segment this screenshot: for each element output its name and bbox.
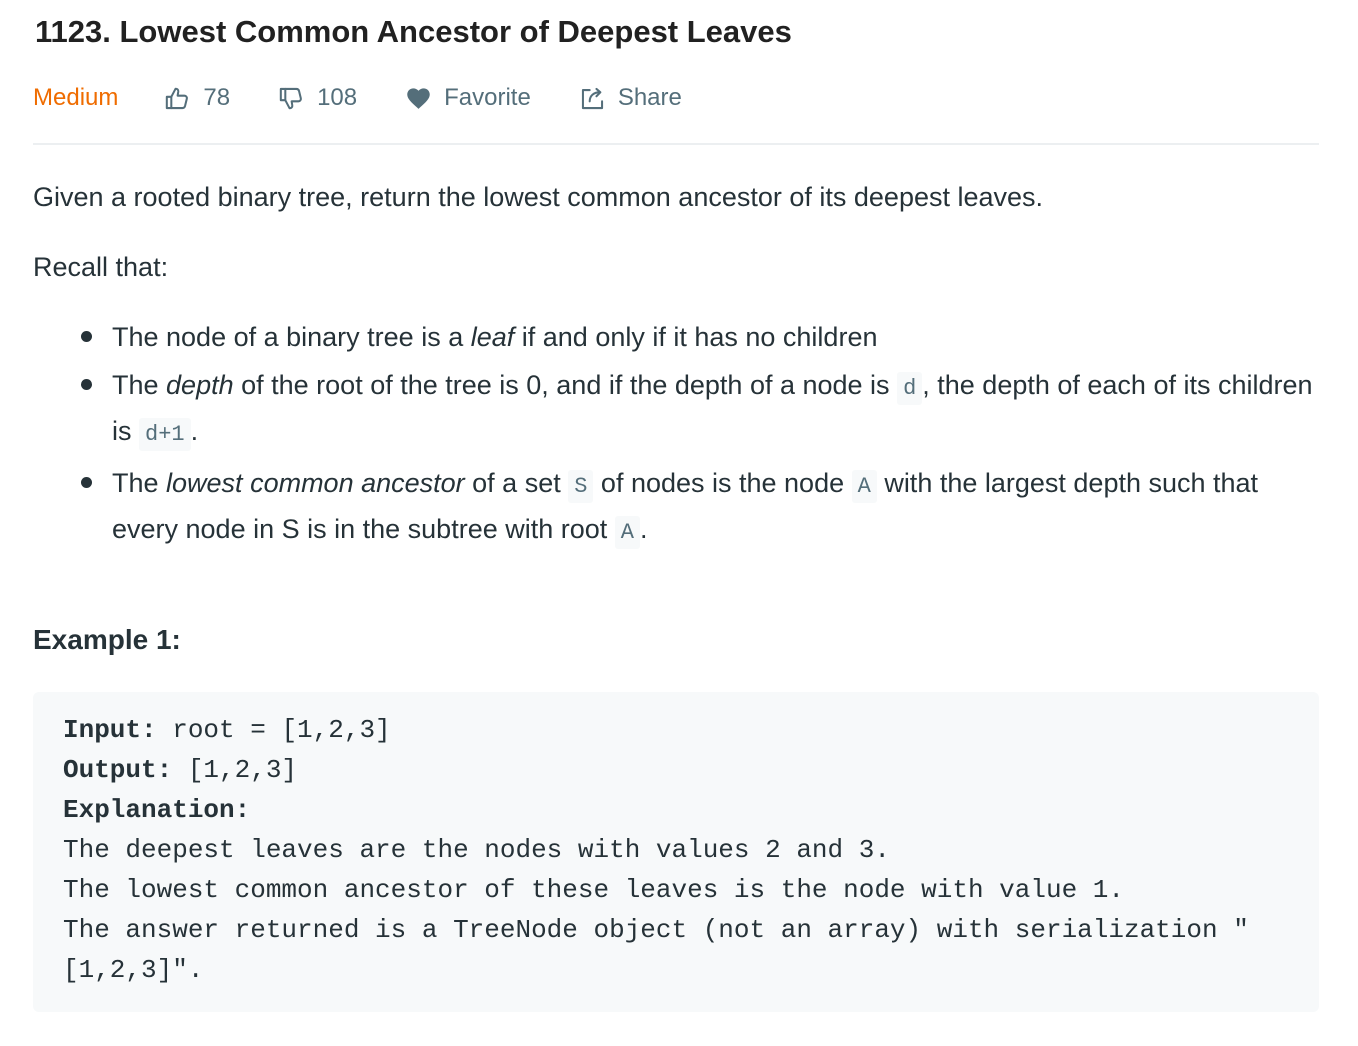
explanation-line: The answer returned is a TreeNode object… (63, 915, 1249, 985)
description-recall: Recall that: (33, 252, 169, 282)
difficulty-label: Medium (33, 84, 119, 111)
thumbs-up-icon (166, 87, 189, 109)
problem-meta-bar: Medium 78 108 Favorite Share (33, 80, 730, 116)
header-divider (33, 143, 1319, 145)
example-explanation-label: Explanation: (63, 795, 251, 825)
definition-leaf: The node of a binary tree is a leaf if a… (81, 316, 1319, 358)
example-output-line: Output: [1,2,3] (63, 755, 298, 785)
heart-icon (407, 87, 430, 109)
description-intro: Given a rooted binary tree, return the l… (33, 182, 1044, 212)
example-code-block: Input: root = [1,2,3] Output: [1,2,3] Ex… (33, 692, 1319, 1012)
example-heading: Example 1: (33, 624, 181, 655)
definitions-list: The node of a binary tree is a leaf if a… (33, 316, 1319, 560)
share-label: Share (617, 84, 682, 111)
favorite-label: Favorite (444, 84, 531, 111)
inline-code: d (897, 372, 923, 405)
inline-code: A (851, 470, 877, 503)
problem-title: 1123. Lowest Common Ancestor of Deepest … (35, 14, 792, 49)
favorite-button[interactable]: Favorite (405, 84, 531, 112)
definition-lca: The lowest common ancestor of a set S of… (81, 462, 1319, 554)
explanation-line: The lowest common ancestor of these leav… (63, 875, 1124, 905)
like-count: 78 (203, 84, 231, 111)
inline-code: S (568, 470, 594, 503)
share-icon (581, 87, 603, 109)
definition-depth: The depth of the root of the tree is 0, … (81, 364, 1319, 456)
thumbs-down-icon (279, 87, 302, 109)
dislike-button[interactable]: 108 (278, 84, 357, 112)
share-button[interactable]: Share (579, 84, 682, 112)
inline-code: d+1 (139, 418, 191, 451)
dislike-count: 108 (317, 84, 358, 111)
example-input-line: Input: root = [1,2,3] (63, 715, 391, 745)
like-button[interactable]: 78 (164, 84, 230, 112)
explanation-line: The deepest leaves are the nodes with va… (63, 835, 890, 865)
inline-code: A (614, 516, 640, 549)
